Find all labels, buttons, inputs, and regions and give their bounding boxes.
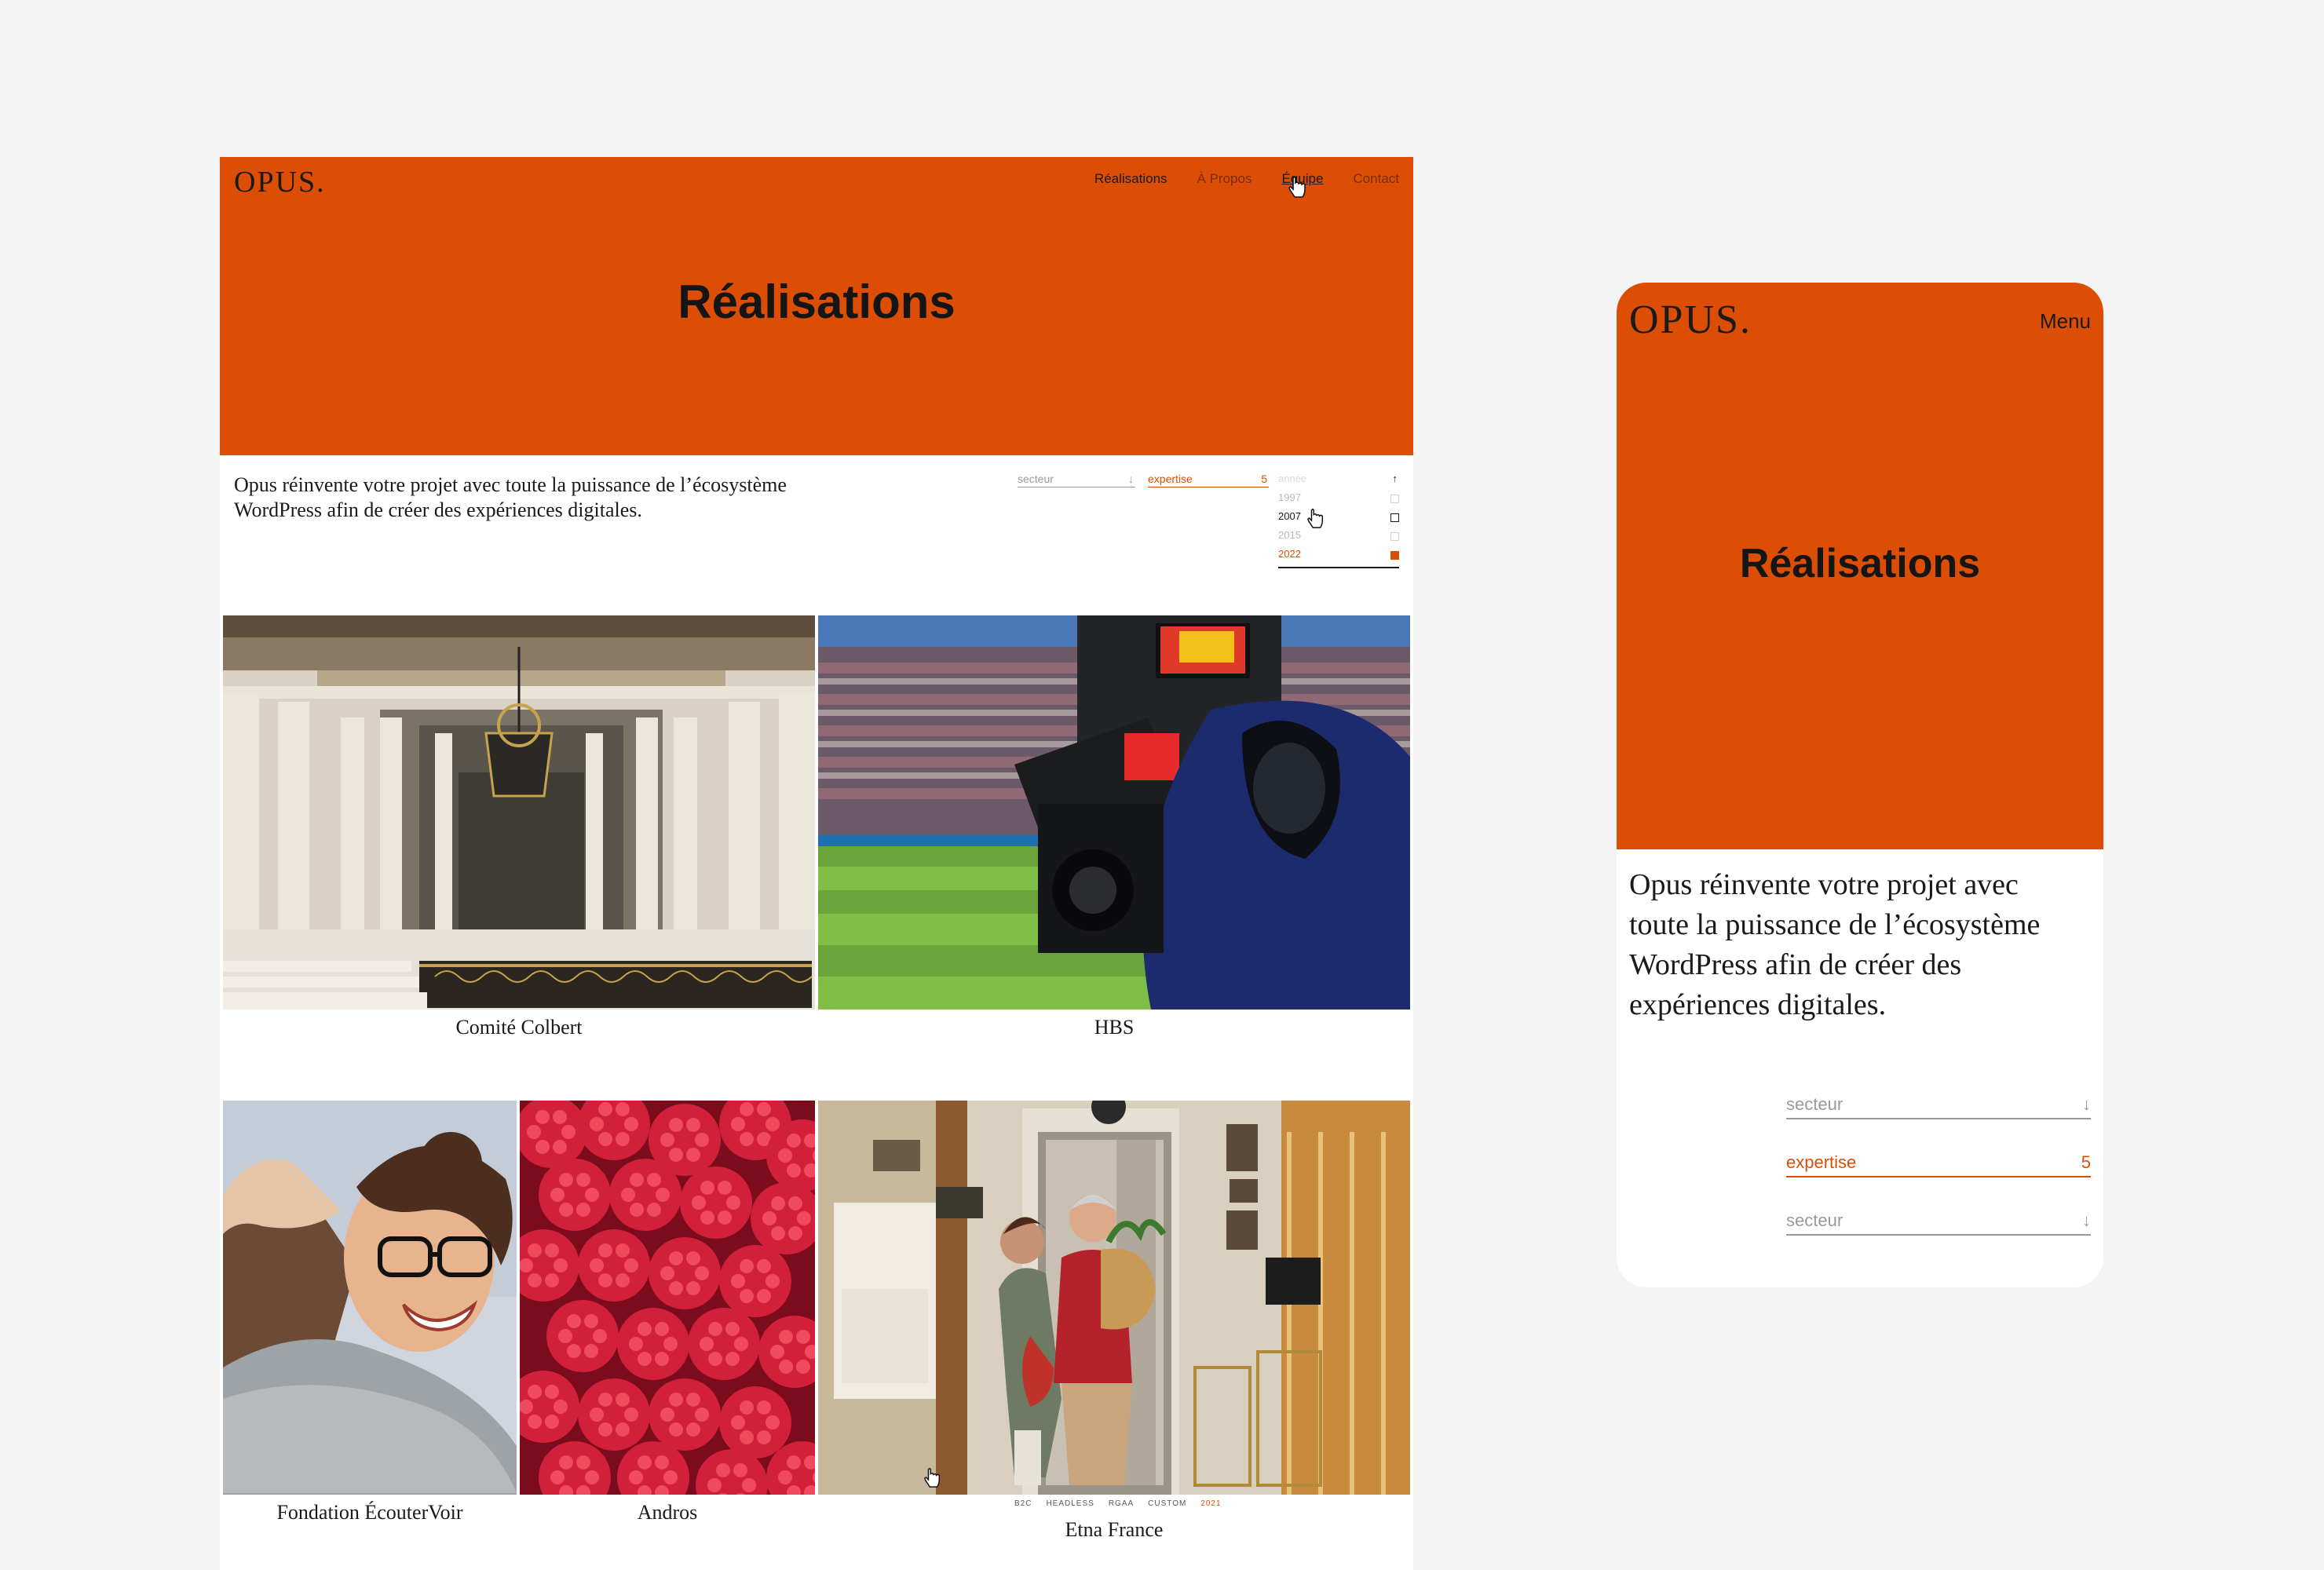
year-option[interactable]: 2015 [1278, 529, 1399, 548]
logo-text: OPUS. [234, 166, 326, 199]
mobile-mockup: OPUS. Menu Réalisations Opus réinvente v… [1617, 283, 2103, 1287]
year-option-label: 2007 [1278, 510, 1301, 522]
arrow-down-icon: ↓ [2082, 1210, 2091, 1230]
hero-banner: OPUS. Réalisations À Propos Équipe Conta… [220, 157, 1413, 455]
filter-label: secteur [1786, 1210, 1843, 1230]
menu-button[interactable]: Menu [2040, 309, 2091, 334]
project-caption-etna-france: Etna France [1065, 1518, 1164, 1541]
filter-label: expertise [1786, 1152, 1857, 1172]
project-caption-andros: Andros [637, 1501, 698, 1524]
filter-annee-header[interactable]: année ↑ [1278, 473, 1399, 491]
project-tile-andros[interactable] [520, 1101, 815, 1495]
project-tile-fondation-ecoutervoir[interactable] [223, 1101, 517, 1495]
filter-secteur-2[interactable]: secteur ↓ [1786, 1210, 2091, 1236]
tag: RGAA [1108, 1499, 1135, 1508]
filter-count: 5 [2081, 1152, 2091, 1172]
year-option-label: 1997 [1278, 491, 1301, 503]
checkbox[interactable] [1390, 495, 1399, 503]
hand-cursor-icon [1307, 509, 1324, 528]
year-option-label: 2022 [1278, 548, 1301, 560]
palace-hall-image [223, 615, 815, 1010]
logo[interactable]: OPUS. [234, 165, 326, 199]
project-caption-fondation-ecoutervoir: Fondation ÉcouterVoir [276, 1501, 463, 1524]
intro-text: Opus réinvente votre projet avec toute l… [1629, 865, 2092, 1025]
logo[interactable]: OPUS. [1629, 297, 1752, 343]
stadium-camera-image [818, 615, 1410, 1010]
year-option[interactable]: 2022 [1278, 548, 1399, 567]
filter-expertise[interactable]: expertise 5 [1786, 1152, 2091, 1178]
intro-line: Opus réinvente votre projet avec [1629, 868, 2019, 901]
filter-label: secteur [1786, 1094, 1843, 1114]
tag: B2C [1014, 1499, 1032, 1508]
year-option-label: 2015 [1278, 529, 1301, 541]
hand-cursor-icon [924, 1468, 941, 1488]
mobile-hero-banner: OPUS. Menu Réalisations [1617, 283, 2103, 849]
desktop-mockup: OPUS. Réalisations À Propos Équipe Conta… [220, 157, 1413, 1570]
tag: HEADLESS [1046, 1499, 1094, 1508]
tag-year: 2021 [1200, 1499, 1222, 1508]
filter-secteur[interactable]: secteur ↓ [1018, 473, 1135, 487]
intro-line: toute la puissance de l’écosystème [1629, 908, 2041, 941]
filter-annee-dropdown[interactable]: année ↑ 1997 2007 2015 2022 [1278, 473, 1399, 568]
year-option[interactable]: 1997 [1278, 491, 1399, 510]
intro-line: expériences digitales. [1629, 988, 1887, 1021]
page-title: Réalisations [1739, 541, 1981, 586]
nav-item-contact[interactable]: Contact [1353, 171, 1399, 187]
filter-expertise-label: expertise [1148, 473, 1193, 485]
hugging-women-image [223, 1101, 517, 1495]
checkbox[interactable] [1390, 513, 1399, 522]
tag: CUSTOM [1148, 1499, 1187, 1508]
main-nav: Réalisations À Propos Équipe Contact [1094, 171, 1399, 187]
filter-expertise[interactable]: expertise 5 [1148, 473, 1269, 487]
arrow-down-icon: ↓ [1128, 473, 1134, 485]
project-caption-comite-colbert: Comité Colbert [455, 1016, 583, 1039]
arrow-up-icon: ↑ [1392, 473, 1398, 484]
intro-text: Opus réinvente votre projet avec toute l… [234, 473, 787, 521]
checkbox-checked[interactable] [1390, 551, 1399, 560]
nav-item-realisations[interactable]: Réalisations [1094, 171, 1167, 187]
home-lift-image [818, 1101, 1410, 1495]
filter-secteur-label: secteur [1018, 473, 1054, 485]
hand-cursor-icon [1288, 177, 1306, 198]
year-option[interactable]: 2007 [1278, 510, 1399, 529]
nav-item-a-propos[interactable]: À Propos [1197, 171, 1252, 187]
project-hover-tags: B2C HEADLESS RGAA CUSTOM 2021 [1014, 1499, 1222, 1508]
checkbox[interactable] [1390, 532, 1399, 541]
divider [1278, 567, 1399, 568]
filter-secteur[interactable]: secteur ↓ [1786, 1094, 2091, 1119]
project-tile-hbs[interactable] [818, 615, 1410, 1010]
intro-line: WordPress afin de créer des [1629, 948, 1962, 981]
raspberries-image [520, 1101, 815, 1495]
project-tile-comite-colbert[interactable] [223, 615, 815, 1010]
filter-expertise-count: 5 [1261, 473, 1267, 485]
project-tile-etna-france[interactable] [818, 1101, 1410, 1495]
logo-text: OPUS. [1629, 298, 1752, 342]
filter-annee-label: année [1278, 473, 1307, 484]
project-caption-hbs: HBS [1094, 1016, 1135, 1039]
arrow-down-icon: ↓ [2082, 1094, 2091, 1114]
page-title: Réalisations [678, 276, 956, 328]
